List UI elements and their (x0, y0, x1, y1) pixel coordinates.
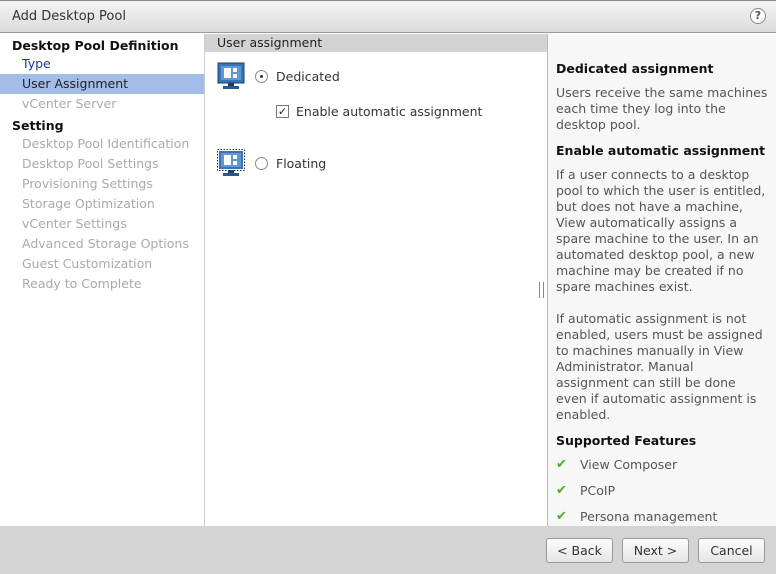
title-bar: Add Desktop Pool ? (0, 0, 776, 33)
option-floating[interactable]: Floating (217, 149, 326, 177)
floating-radio[interactable] (255, 156, 268, 170)
dedicated-radio[interactable] (255, 69, 268, 83)
step-vcenter-settings: vCenter Settings (22, 216, 127, 231)
enable-automatic-assignment[interactable]: ✓ Enable automatic assignment (276, 104, 482, 119)
floating-desktop-icon (217, 149, 245, 176)
help-icon[interactable]: ? (750, 8, 766, 24)
help-text-auto-assign: If a user connects to a desktop pool to … (556, 167, 766, 294)
main-content: User assignment Dedicated ✓ Enable autom… (205, 34, 548, 526)
check-icon: ✔ (556, 508, 567, 524)
enable-automatic-assignment-checkbox[interactable]: ✓ (276, 105, 289, 118)
panel-splitter-handle[interactable] (539, 282, 544, 298)
feature-label: View Composer (580, 456, 678, 472)
section-desktop-pool-definition: Desktop Pool Definition (12, 38, 179, 53)
section-setting: Setting (12, 118, 64, 133)
step-ready-to-complete: Ready to Complete (22, 276, 142, 291)
check-icon: ✔ (556, 482, 567, 498)
help-text-dedicated: Users receive the same machines each tim… (556, 85, 768, 132)
step-provisioning-settings: Provisioning Settings (22, 176, 153, 191)
enable-automatic-assignment-label: Enable automatic assignment (296, 104, 483, 119)
feature-pcoip: ✔ PCoIP (556, 477, 768, 503)
back-button[interactable]: < Back (546, 538, 613, 563)
window-title: Add Desktop Pool (12, 9, 126, 24)
step-desktop-pool-settings: Desktop Pool Settings (22, 156, 159, 171)
step-storage-optimization: Storage Optimization (22, 196, 155, 211)
step-desktop-pool-identification: Desktop Pool Identification (22, 136, 190, 151)
check-icon: ✔ (556, 456, 567, 472)
step-vcenter-server: vCenter Server (22, 96, 117, 111)
step-user-assignment[interactable]: User Assignment (0, 74, 204, 94)
help-text-manual-assign: If automatic assignment is not enabled, … (556, 311, 763, 422)
step-advanced-storage-options: Advanced Storage Options (22, 236, 189, 251)
help-heading-dedicated: Dedicated assignment (556, 61, 714, 76)
feature-label: Persona management (580, 508, 718, 524)
step-type[interactable]: Type (0, 54, 204, 74)
next-button[interactable]: Next > (622, 538, 689, 563)
floating-label: Floating (276, 155, 327, 171)
step-guest-customization: Guest Customization (22, 256, 153, 271)
help-heading-supported-features: Supported Features (556, 433, 697, 448)
feature-view-composer: ✔ View Composer (556, 451, 768, 477)
help-heading-auto-assign: Enable automatic assignment (556, 143, 766, 158)
section-header: User assignment (205, 34, 548, 52)
help-panel: Dedicated assignment Users receive the s… (547, 34, 776, 526)
wizard-steps-sidebar: Desktop Pool Definition Type User Assign… (0, 34, 205, 526)
option-dedicated[interactable]: Dedicated (217, 62, 340, 90)
cancel-button[interactable]: Cancel (698, 538, 765, 563)
dedicated-desktop-icon (217, 62, 245, 89)
feature-label: PCoIP (580, 482, 616, 498)
dedicated-label: Dedicated (276, 68, 340, 84)
footer: < Back Next > Cancel (0, 526, 776, 574)
